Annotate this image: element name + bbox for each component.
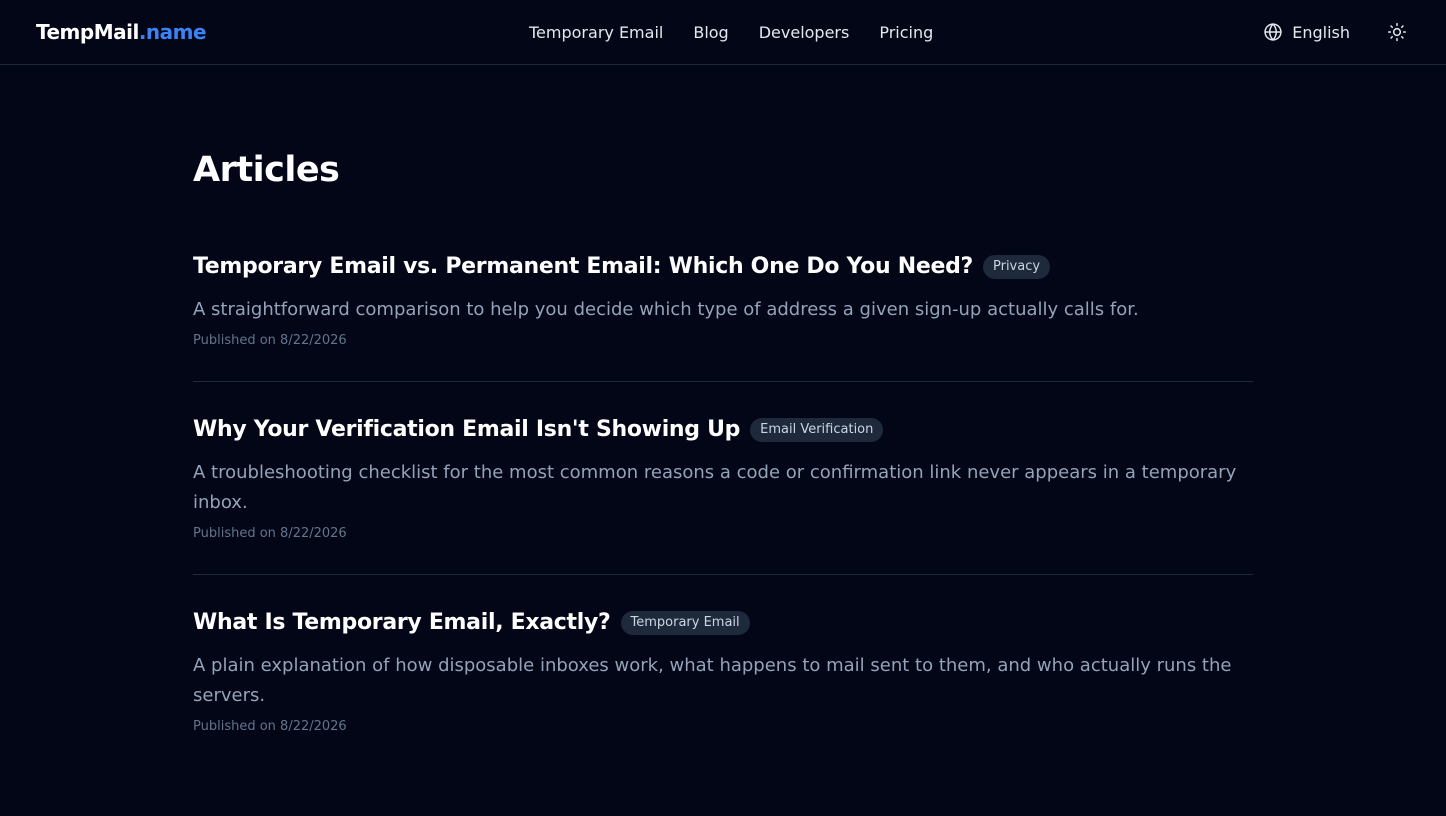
globe-icon xyxy=(1263,22,1283,42)
article-title-link[interactable]: Temporary Email vs. Permanent Email: Whi… xyxy=(193,253,973,281)
article-tag: Temporary Email xyxy=(620,611,750,635)
nav-temporary-email[interactable]: Temporary Email xyxy=(529,23,663,42)
article-tag: Email Verification xyxy=(750,418,884,442)
article-date: Published on 8/22/2026 xyxy=(193,333,347,348)
article-item: Why Your Verification Email Isn't Showin… xyxy=(193,416,1253,575)
sun-icon xyxy=(1387,22,1407,42)
theme-toggle-button[interactable] xyxy=(1386,21,1408,43)
article-title-link[interactable]: What Is Temporary Email, Exactly? xyxy=(193,609,611,637)
article-item: What Is Temporary Email, Exactly? Tempor… xyxy=(193,609,1253,767)
article-description: A troubleshooting checklist for the most… xyxy=(193,462,1237,513)
main-nav: Temporary Email Blog Developers Pricing xyxy=(529,0,933,64)
brand-domain: .name xyxy=(138,20,207,44)
article-list: Temporary Email vs. Permanent Email: Whi… xyxy=(193,253,1253,767)
article-date: Published on 8/22/2026 xyxy=(193,526,347,541)
brand-name: TempMail xyxy=(36,20,139,44)
article-header: Temporary Email vs. Permanent Email: Whi… xyxy=(193,253,1253,281)
article-title-link[interactable]: Why Your Verification Email Isn't Showin… xyxy=(193,416,740,444)
nav-pricing[interactable]: Pricing xyxy=(879,23,933,42)
nav-developers[interactable]: Developers xyxy=(759,23,850,42)
language-selector[interactable]: English xyxy=(1263,22,1350,42)
brand-logo[interactable]: TempMail.name xyxy=(36,20,207,44)
article-item: Temporary Email vs. Permanent Email: Whi… xyxy=(193,253,1253,382)
article-header: What Is Temporary Email, Exactly? Tempor… xyxy=(193,609,1253,637)
language-label: English xyxy=(1292,22,1350,42)
main-content: Articles Temporary Email vs. Permanent E… xyxy=(193,65,1253,767)
article-description: A straightforward comparison to help you… xyxy=(193,299,1139,320)
nav-right-controls: English xyxy=(1263,0,1408,64)
page-title: Articles xyxy=(193,150,340,190)
article-date: Published on 8/22/2026 xyxy=(193,719,347,734)
article-tag: Privacy xyxy=(982,255,1051,279)
nav-blog[interactable]: Blog xyxy=(693,23,728,42)
top-navbar: TempMail.name Temporary Email Blog Devel… xyxy=(0,0,1446,65)
article-description: A plain explanation of how disposable in… xyxy=(193,655,1232,706)
article-header: Why Your Verification Email Isn't Showin… xyxy=(193,416,1253,444)
